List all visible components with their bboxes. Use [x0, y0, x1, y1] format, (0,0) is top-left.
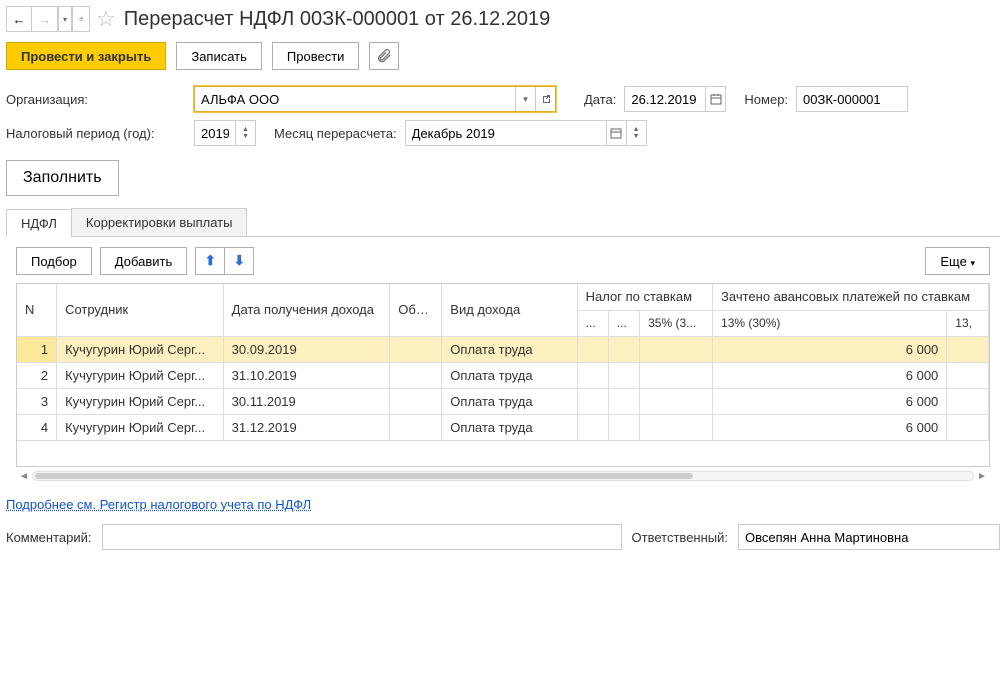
- tab-corrections[interactable]: Корректировки выплаты: [71, 208, 248, 236]
- move-down-button[interactable]: ⬇: [224, 247, 254, 275]
- chevron-down-icon: ▾: [970, 258, 975, 268]
- arrow-down-icon: ⬇: [234, 253, 245, 269]
- fill-button[interactable]: Заполнить: [6, 160, 119, 196]
- table-row[interactable]: 2 Кучугурин Юрий Серг... 31.10.2019 Опла…: [17, 362, 989, 388]
- nav-back-button[interactable]: ←: [6, 6, 32, 32]
- arrow-right-icon: →: [38, 12, 51, 27]
- nav-popout-button[interactable]: [72, 6, 90, 32]
- col-tax-by-rate[interactable]: Налог по ставкам: [577, 284, 712, 310]
- col-tax-sub3[interactable]: 35% (3...: [640, 310, 713, 336]
- recalc-month-spinner-icon[interactable]: ▲▼: [626, 121, 646, 145]
- post-button[interactable]: Провести: [272, 42, 360, 70]
- scroll-left-icon[interactable]: ◄: [16, 471, 32, 482]
- recalc-month-label: Месяц перерасчета:: [274, 126, 397, 141]
- col-advance-by-rate[interactable]: Зачтено авансовых платежей по ставкам: [713, 284, 989, 310]
- more-button[interactable]: Еще ▾: [925, 247, 990, 275]
- add-button[interactable]: Добавить: [100, 247, 187, 275]
- date-input[interactable]: [625, 87, 705, 111]
- recalc-month-calendar-icon[interactable]: [606, 121, 626, 145]
- table-row[interactable]: 3 Кучугурин Юрий Серг... 30.11.2019 Опла…: [17, 388, 989, 414]
- col-income-date[interactable]: Дата получения дохода: [223, 284, 390, 336]
- data-grid[interactable]: N Сотрудник Дата получения дохода Обо...…: [16, 283, 990, 467]
- table-row[interactable]: 4 Кучугурин Юрий Серг... 31.12.2019 Опла…: [17, 414, 989, 440]
- favorite-star-icon[interactable]: ☆: [96, 6, 116, 32]
- organization-input[interactable]: [195, 87, 515, 111]
- arrow-up-icon: ⬆: [205, 253, 216, 269]
- tax-period-label: Налоговый период (год):: [6, 126, 186, 141]
- responsible-label: Ответственный:: [632, 530, 728, 545]
- arrow-left-icon: ←: [12, 12, 25, 27]
- organization-dropdown-icon[interactable]: ▾: [515, 87, 535, 111]
- scroll-right-icon[interactable]: ►: [974, 471, 990, 482]
- post-and-close-button[interactable]: Провести и закрыть: [6, 42, 166, 70]
- select-button[interactable]: Подбор: [16, 247, 92, 275]
- col-income-type[interactable]: Вид дохода: [442, 284, 577, 336]
- nav-forward-button[interactable]: →: [32, 6, 58, 32]
- col-employee[interactable]: Сотрудник: [57, 284, 224, 336]
- number-label: Номер:: [744, 92, 788, 107]
- tax-period-input[interactable]: [195, 121, 235, 145]
- tab-ndfl[interactable]: НДФЛ: [6, 209, 72, 237]
- organization-label: Организация:: [6, 92, 186, 107]
- comment-input[interactable]: [102, 524, 622, 550]
- comment-label: Комментарий:: [6, 530, 92, 545]
- col-n[interactable]: N: [17, 284, 57, 336]
- col-obo[interactable]: Обо...: [390, 284, 442, 336]
- recalc-month-input[interactable]: [406, 121, 606, 145]
- page-title: Перерасчет НДФЛ 00ЗК-000001 от 26.12.201…: [124, 8, 551, 31]
- move-up-button[interactable]: ⬆: [195, 247, 225, 275]
- col-tax-sub2[interactable]: ...: [608, 310, 639, 336]
- col-adv-sub1[interactable]: 13% (30%): [713, 310, 947, 336]
- date-label: Дата:: [584, 92, 616, 107]
- tax-register-link[interactable]: Подробнее см. Регистр налогового учета п…: [6, 497, 311, 512]
- tax-period-spinner-icon[interactable]: ▲▼: [235, 121, 255, 145]
- responsible-input[interactable]: [739, 525, 999, 549]
- table-row[interactable]: 1 Кучугурин Юрий Серг... 30.09.2019 Опла…: [17, 336, 989, 362]
- col-adv-sub2[interactable]: 13,: [947, 310, 989, 336]
- number-input[interactable]: [797, 87, 907, 111]
- organization-open-icon[interactable]: [535, 87, 555, 111]
- attach-button[interactable]: [369, 42, 399, 70]
- paperclip-icon: [376, 48, 392, 64]
- horizontal-scrollbar[interactable]: ◄ ►: [16, 467, 990, 485]
- col-tax-sub1[interactable]: ...: [577, 310, 608, 336]
- date-calendar-icon[interactable]: [705, 87, 725, 111]
- nav-history-dropdown[interactable]: ▾: [58, 6, 72, 32]
- save-button[interactable]: Записать: [176, 42, 262, 70]
